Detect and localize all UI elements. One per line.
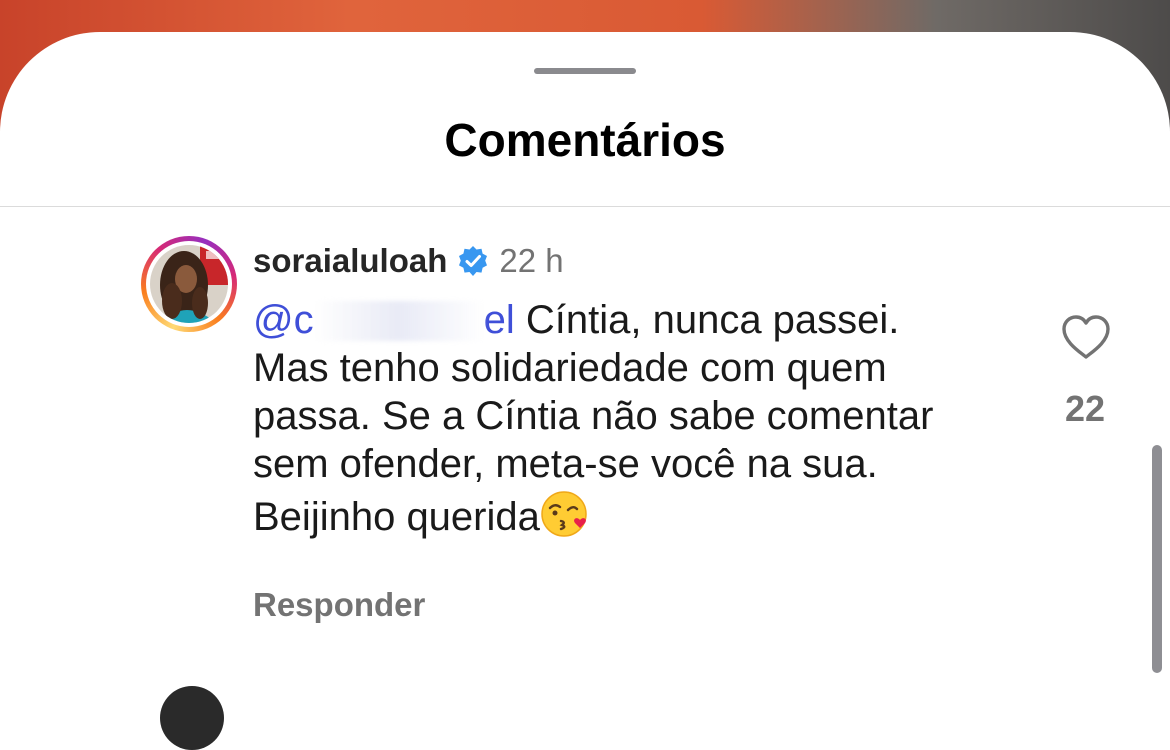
verified-badge-icon xyxy=(457,245,489,277)
comment-text-body: Mas tenho solidariedade com quem passa. … xyxy=(253,346,934,539)
comment-username[interactable]: soraialuloah xyxy=(253,242,447,280)
sheet-title: Comentários xyxy=(444,114,726,166)
like-button[interactable] xyxy=(1060,312,1112,364)
mention-redacted xyxy=(313,301,484,341)
comment-text-line1: Cíntia, nunca passei. xyxy=(514,298,900,342)
scrollbar[interactable] xyxy=(1152,445,1162,673)
avatar-story-ring[interactable] xyxy=(141,236,237,332)
header-divider xyxy=(0,206,1170,207)
comment-header: soraialuloah 22 h xyxy=(253,238,564,284)
sheet-grabber-handle[interactable] xyxy=(534,68,636,74)
avatar-image xyxy=(150,245,228,323)
kiss-emoji-icon xyxy=(540,488,592,540)
mention-link[interactable]: @c el xyxy=(253,298,515,342)
heart-outline-icon xyxy=(1062,315,1110,359)
next-comment-avatar[interactable] xyxy=(160,686,224,750)
avatar[interactable] xyxy=(150,245,228,323)
comment-text: @c el Cíntia, nunca passei. Mas tenho sol… xyxy=(253,296,1013,541)
comment-timestamp: 22 h xyxy=(499,242,564,279)
reply-button[interactable]: Responder xyxy=(253,586,425,624)
like-count: 22 xyxy=(1064,388,1106,429)
